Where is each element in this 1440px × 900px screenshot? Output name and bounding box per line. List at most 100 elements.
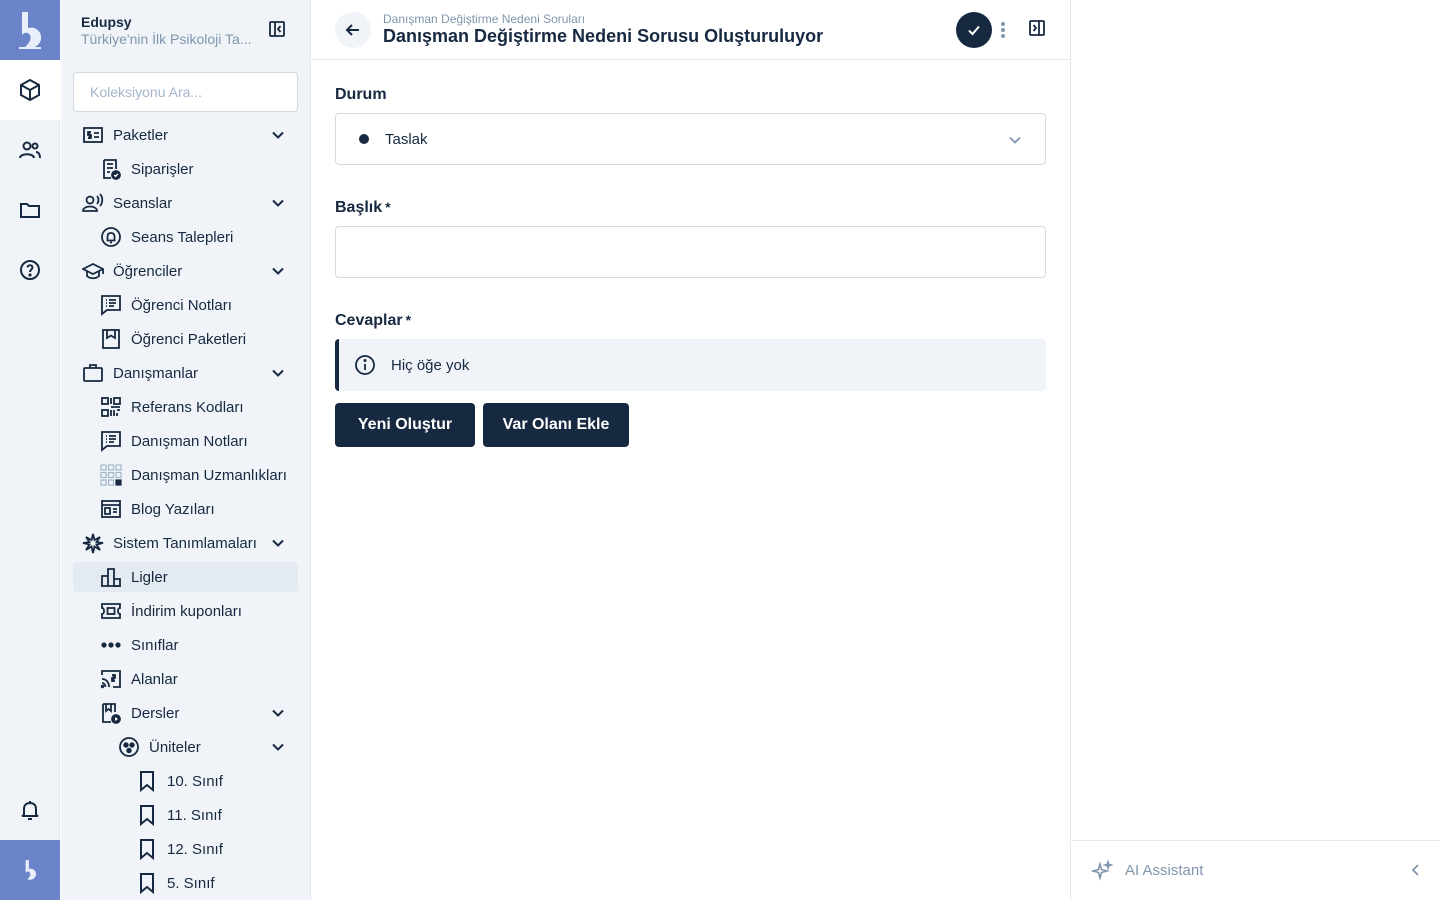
ai-assistant-label: AI Assistant [1125, 862, 1204, 879]
nav-item-10-sinif[interactable]: 10. Sınıf [73, 766, 298, 796]
nav-item-label: Sistem Tanımlamaları [113, 534, 257, 552]
create-new-button[interactable]: Yeni Oluştur [335, 403, 475, 447]
nav-item-uniteler[interactable]: Üniteler [73, 732, 298, 762]
nav-item-ogrenciler[interactable]: Öğrenciler [73, 256, 298, 286]
rail-help-button[interactable] [0, 240, 60, 300]
ai-assistant-bar[interactable]: AI Assistant [1071, 840, 1440, 900]
box-icon [20, 78, 40, 102]
collapse-nav-button[interactable] [268, 20, 286, 38]
bookmark-icon [135, 837, 159, 861]
required-marker: * [385, 199, 391, 215]
dots-icon [99, 633, 123, 657]
project-header: Edupsy Türkiye'nin İlk Psikoloji Ta... [61, 0, 310, 60]
folder-icon [20, 203, 40, 218]
briefcase-icon [81, 361, 105, 385]
nav-item-seanslar[interactable]: Seanslar [73, 188, 298, 218]
page-title: Danışman Değiştirme Nedeni Sorusu Oluştu… [383, 26, 824, 46]
chevron-left-icon[interactable] [1407, 861, 1425, 879]
nav-item-label: 11. Sınıf [167, 806, 222, 824]
chevron-down-icon[interactable] [268, 363, 288, 383]
nav-item-paketler[interactable]: Paketler [73, 120, 298, 150]
blog-icon [99, 497, 123, 521]
circle-dots-icon [117, 735, 141, 759]
nav-item-referans-kodlari[interactable]: Referans Kodları [73, 392, 298, 422]
bookmark-icon [135, 803, 159, 827]
nav-item-label: Seans Talepleri [131, 228, 234, 246]
rail-files-button[interactable] [0, 180, 60, 240]
nav-item-label: Blog Yazıları [131, 500, 215, 518]
save-button[interactable] [956, 12, 992, 48]
nav-item-label: Öğrenci Notları [131, 296, 232, 314]
status-value: Taslak [385, 130, 428, 148]
info-icon [355, 355, 375, 375]
more-vertical-icon [1001, 22, 1005, 38]
module-rail [0, 0, 60, 900]
nav-list: Paketler Siparişler Seanslar Seans Talep… [61, 120, 310, 898]
nav-item-seans-talepleri[interactable]: Seans Talepleri [73, 222, 298, 252]
sparkles-icon [1091, 859, 1113, 881]
collection-search [73, 72, 298, 112]
nav-item-label: Üniteler [149, 738, 201, 756]
nav-item-label: Danışman Notları [131, 432, 248, 450]
chevron-down-icon[interactable] [268, 737, 288, 757]
title-label-text: Başlık [335, 199, 383, 216]
rail-users-button[interactable] [0, 120, 60, 180]
add-existing-button[interactable]: Var Olanı Ekle [483, 403, 629, 447]
edupsy-logo-icon [19, 12, 42, 49]
nav-item-label: Sınıflar [131, 636, 179, 654]
nav-item-label: 5. Sınıf [167, 874, 215, 892]
nav-item-alanlar[interactable]: Alanlar [73, 664, 298, 694]
chevron-down-icon[interactable] [268, 533, 288, 553]
notes-icon [99, 293, 123, 317]
sidebar-right-icon [1029, 20, 1045, 36]
book-icon [99, 701, 123, 725]
nav-item-ogrenci-paketleri[interactable]: Öğrenci Paketleri [73, 324, 298, 354]
chevron-down-icon[interactable] [268, 261, 288, 281]
nav-item-label: Seanslar [113, 194, 173, 212]
check-icon [968, 25, 980, 36]
nav-item-sistem-tanimlamalari[interactable]: Sistem Tanımlamaları [73, 528, 298, 558]
avatar[interactable] [0, 840, 60, 900]
bookmark-icon [135, 769, 159, 793]
avatar-logo-icon [25, 860, 37, 880]
users-icon [19, 141, 41, 159]
nav-item-ogrenci-notlari[interactable]: Öğrenci Notları [73, 290, 298, 320]
chevron-down-icon[interactable] [268, 125, 288, 145]
package-icon [99, 327, 123, 351]
status-select[interactable]: Taslak [335, 113, 1046, 165]
breadcrumb[interactable]: Danışman Değiştirme Nedeni Soruları [383, 12, 585, 26]
chevron-down-icon[interactable] [268, 193, 288, 213]
nav-item-ligler[interactable]: Ligler [73, 562, 298, 592]
bookmark-icon [135, 871, 159, 895]
title-input[interactable] [335, 226, 1046, 278]
nav-item-danisman-notlari[interactable]: Danışman Notları [73, 426, 298, 456]
notifications-button[interactable] [0, 780, 60, 840]
toggle-right-sidebar-button[interactable] [1027, 18, 1047, 38]
rail-content-button[interactable] [0, 60, 60, 120]
sidebar-collapse-icon [269, 21, 285, 37]
collection-search-input[interactable] [90, 84, 281, 100]
notes-icon [99, 429, 123, 453]
answers-label: Cevaplar * [335, 312, 411, 330]
answers-label-text: Cevaplar [335, 312, 403, 329]
nav-item-12-sinif[interactable]: 12. Sınıf [73, 834, 298, 864]
more-options-button[interactable] [997, 18, 1009, 42]
nav-item-indirim-kuponlari[interactable]: İndirim kuponları [73, 596, 298, 626]
nav-item-danismanlar[interactable]: Danışmanlar [73, 358, 298, 388]
nav-item-label: Siparişler [131, 160, 194, 178]
app-logo[interactable] [0, 0, 60, 60]
arrow-left-icon [345, 24, 359, 36]
back-button[interactable] [335, 12, 371, 48]
nav-item-siparisler[interactable]: Siparişler [73, 154, 298, 184]
nav-item-dersler[interactable]: Dersler [73, 698, 298, 728]
nav-item-danisman-uzmanliklari[interactable]: Danışman Uzmanlıkları [73, 460, 298, 490]
nav-item-blog-yazilari[interactable]: Blog Yazıları [73, 494, 298, 524]
nav-item-label: Ligler [131, 568, 168, 586]
nav-item-5-sinif[interactable]: 5. Sınıf [73, 868, 298, 898]
chevron-down-icon[interactable] [268, 703, 288, 723]
nav-item-siniflar[interactable]: Sınıflar [73, 630, 298, 660]
nav-item-label: 12. Sınıf [167, 840, 223, 858]
bell-icon [21, 801, 39, 820]
coupon-icon [99, 599, 123, 623]
nav-item-11-sinif[interactable]: 11. Sınıf [73, 800, 298, 830]
